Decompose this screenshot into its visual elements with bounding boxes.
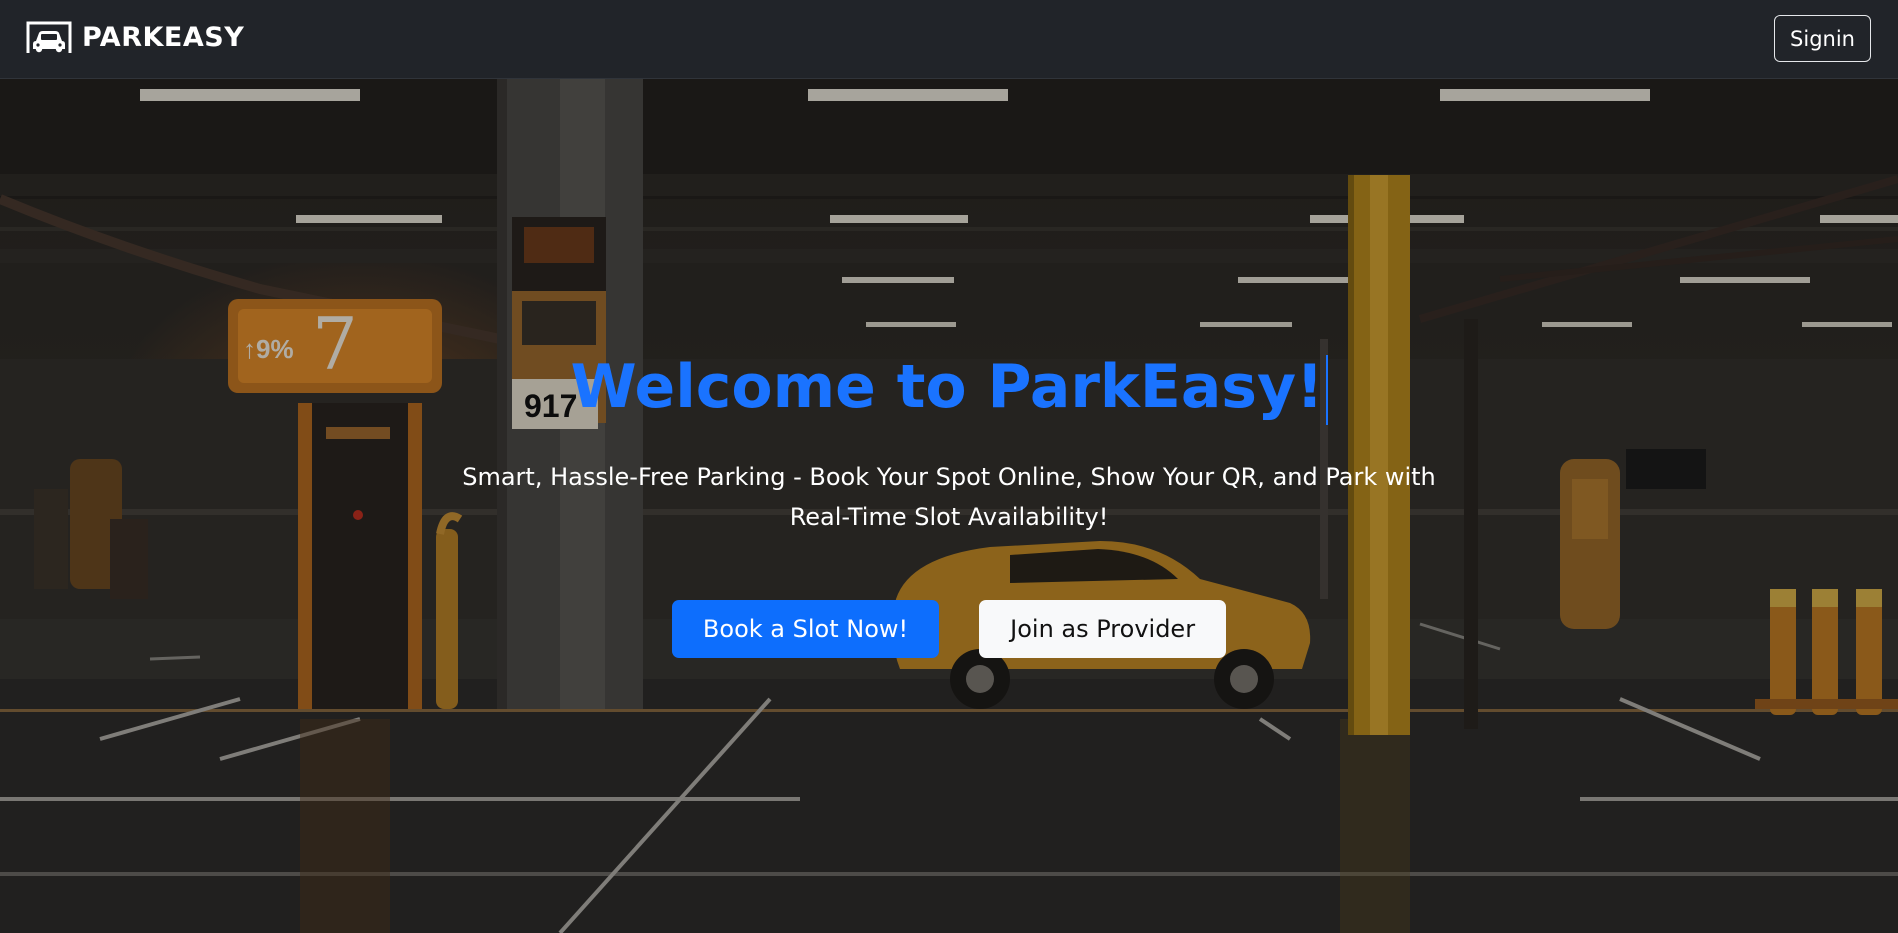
top-navbar: PARKEASY Signin — [0, 0, 1898, 79]
car-logo-icon — [26, 21, 72, 53]
signin-button[interactable]: Signin — [1774, 15, 1871, 62]
hero-title-text: Welcome to ParkEasy! — [570, 352, 1324, 422]
hero-title: Welcome to ParkEasy! — [0, 349, 1898, 426]
brand-name: PARKEASY — [82, 22, 245, 53]
hero-subtitle: Smart, Hassle-Free Parking - Book Your S… — [462, 463, 1436, 531]
join-provider-button[interactable]: Join as Provider — [979, 600, 1227, 658]
hero-actions: Book a Slot Now! Join as Provider — [0, 600, 1898, 658]
brand[interactable]: PARKEASY — [25, 20, 244, 56]
book-slot-button[interactable]: Book a Slot Now! — [671, 600, 940, 658]
text-caret — [1325, 355, 1328, 426]
hero-section: ↑9% 7 917 Welcome to ParkEasy! Smart, Ha… — [0, 79, 1898, 933]
